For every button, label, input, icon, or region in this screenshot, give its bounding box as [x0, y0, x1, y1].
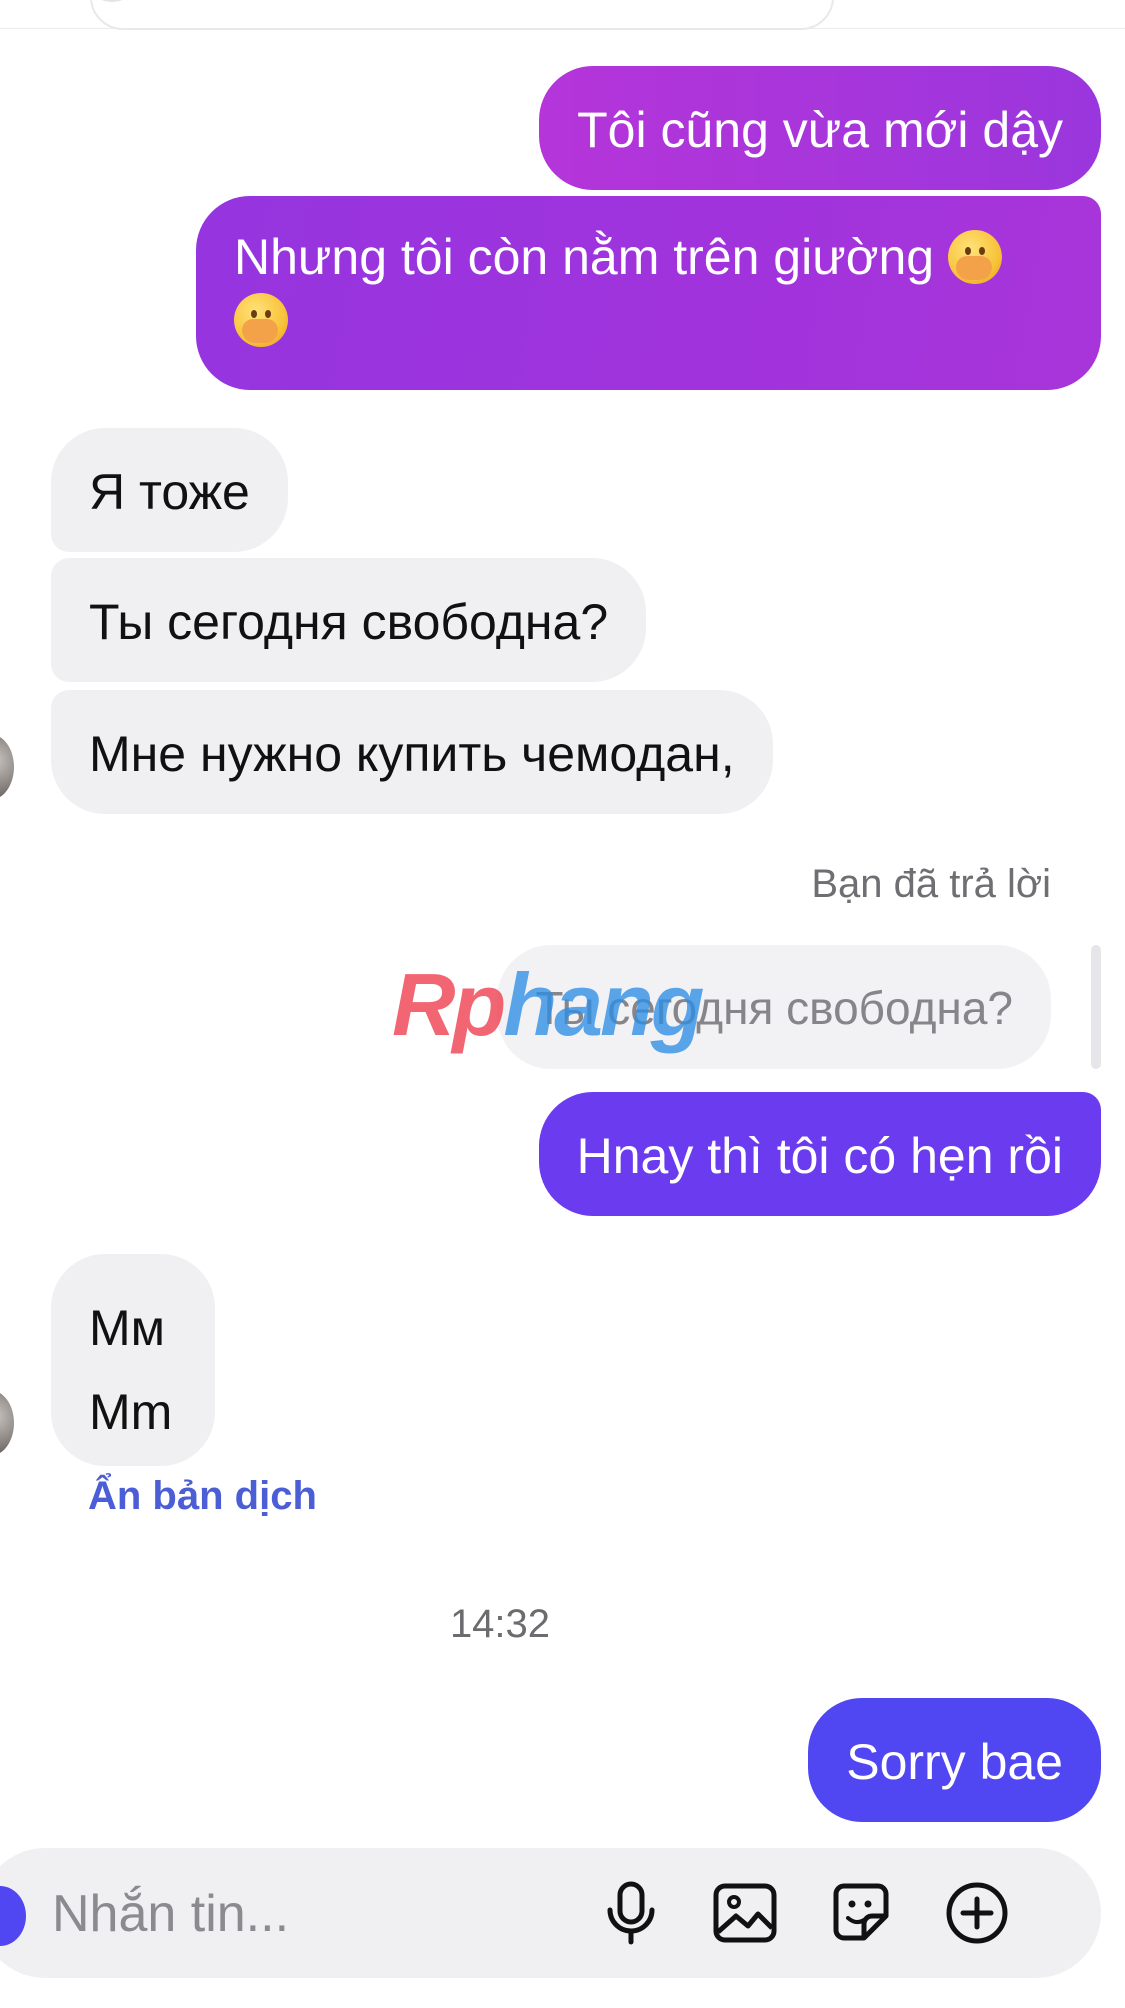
message-text: Hnay thì tôi có hẹn rồi	[576, 1128, 1063, 1184]
message-text: Ты сегодня свободна?	[89, 594, 609, 650]
message-bubble-incoming[interactable]: Ты сегодня свободна?	[51, 558, 647, 682]
message-bubble-outgoing[interactable]: Tôi cũng vừa mới dậy	[539, 66, 1101, 190]
contact-avatar[interactable]	[0, 734, 14, 800]
watermark-logo: Rphang	[392, 955, 705, 1054]
message-bubble-incoming[interactable]: Я тоже	[51, 428, 288, 552]
plus-circle-icon[interactable]	[942, 1878, 1012, 1948]
hide-translation-link[interactable]: Ẩn bản dịch	[88, 1474, 317, 1519]
message-bubble-outgoing[interactable]: Nhưng tôi còn nằm trên giường	[196, 196, 1101, 390]
conversation-header-edge	[0, 0, 1125, 30]
message-bubble-incoming[interactable]: Мне нужно купить чемодан,	[51, 690, 773, 814]
message-bubble-incoming[interactable]: Мм Mm	[51, 1254, 215, 1466]
message-text: Nhưng tôi còn nằm trên giường	[234, 229, 935, 285]
message-text: Мне нужно купить чемодан,	[89, 726, 735, 782]
message-text: Я тоже	[89, 464, 250, 520]
camera-button[interactable]	[0, 1886, 26, 1946]
message-text: Tôi cũng vừa mới dậy	[577, 102, 1063, 158]
message-bubble-outgoing[interactable]: Sorry bae	[808, 1698, 1101, 1822]
message-text: Sorry bae	[846, 1734, 1063, 1790]
microphone-icon[interactable]	[596, 1878, 666, 1948]
face-with-hand-over-mouth-emoji	[948, 230, 1003, 284]
reply-label: Bạn đã trả lời	[811, 862, 1051, 906]
sticker-icon[interactable]	[826, 1878, 896, 1948]
timestamp: 14:32	[449, 1602, 551, 1646]
message-translation: Mm	[89, 1384, 173, 1440]
message-bubble-outgoing[interactable]: Hnay thì tôi có hẹn rồi	[538, 1092, 1101, 1216]
image-icon[interactable]	[710, 1878, 780, 1948]
header-pill	[90, 0, 834, 30]
message-input[interactable]	[50, 1872, 554, 1956]
quote-indicator-bar	[1091, 945, 1101, 1069]
message-composer	[0, 1848, 1101, 1978]
message-text: Мм	[89, 1300, 166, 1356]
contact-avatar[interactable]	[0, 1390, 14, 1456]
face-with-hand-over-mouth-emoji	[234, 293, 288, 347]
